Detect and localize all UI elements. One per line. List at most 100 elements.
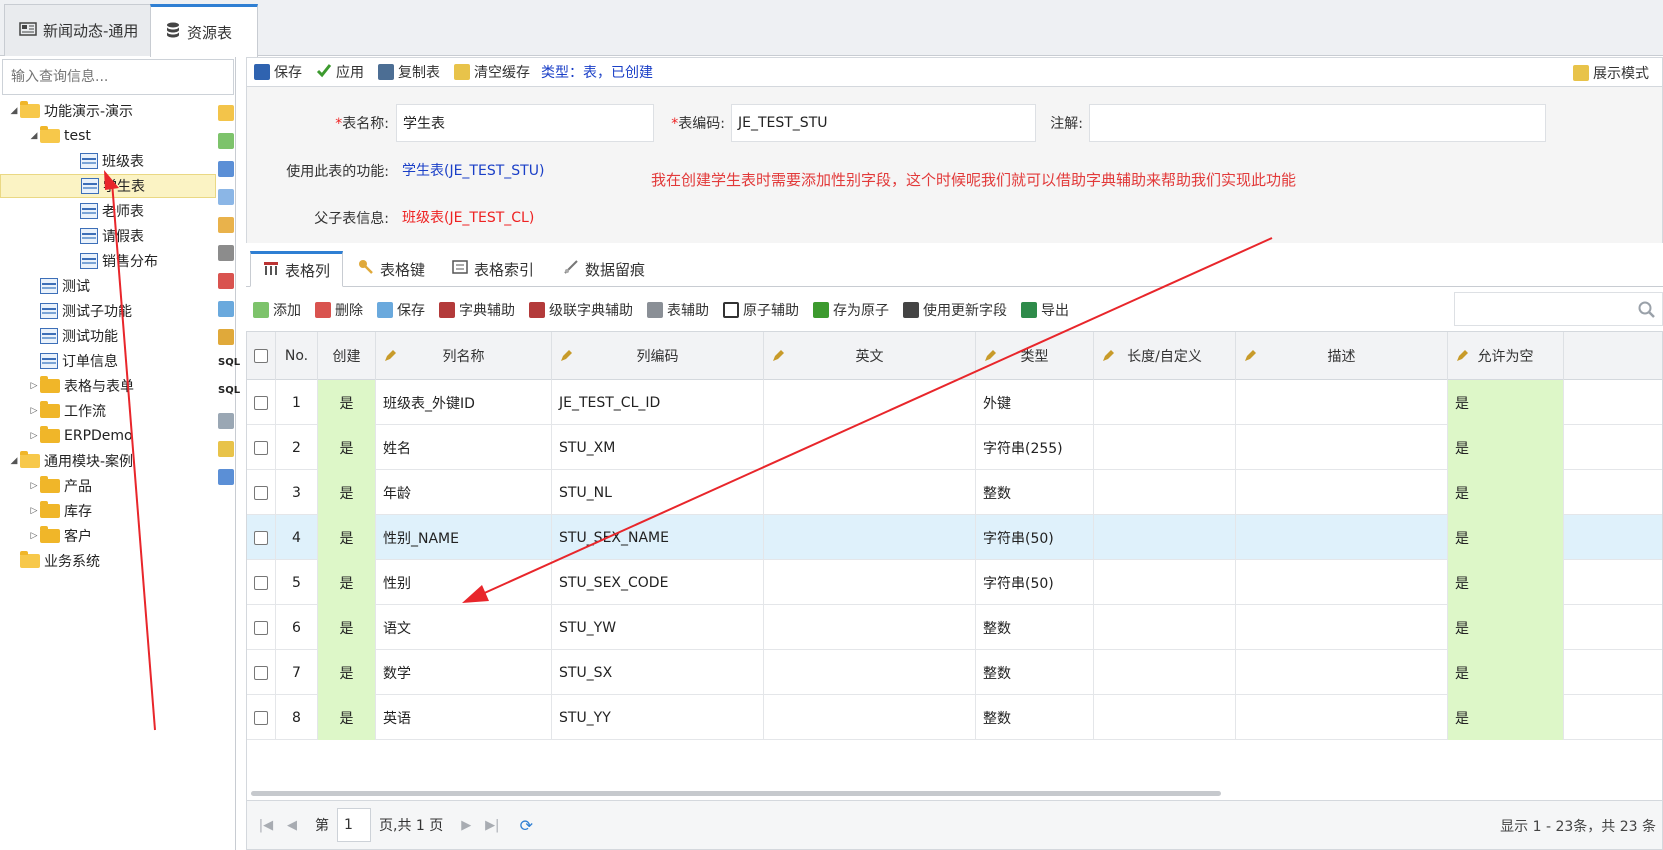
clear-cache-button[interactable]: 清空缓存 — [447, 62, 537, 82]
row-checkbox-cell[interactable] — [247, 470, 276, 515]
prev-page-icon[interactable]: ◀ — [281, 814, 303, 836]
add-folder-icon[interactable] — [218, 105, 234, 121]
collapsed-arrow-icon[interactable]: ▷ — [28, 406, 40, 416]
sync-icon[interactable] — [218, 301, 234, 317]
header-length[interactable]: 长度/自定义 — [1094, 332, 1236, 380]
cell-length[interactable] — [1094, 380, 1236, 425]
tree-node[interactable]: 业务系统 — [0, 549, 216, 573]
header-nullable[interactable]: 允许为空 — [1448, 332, 1564, 380]
table-row[interactable]: 5 是性别 STU_SEX_CODE 字符串(50) 是 — [247, 560, 1662, 605]
reload-icon[interactable]: ⟳ — [515, 814, 537, 836]
cell-created[interactable]: 是 — [318, 650, 376, 695]
cell-description[interactable] — [1236, 560, 1448, 605]
db-export-icon[interactable] — [218, 413, 234, 429]
cell-no[interactable]: 7 — [276, 650, 318, 695]
collapsed-arrow-icon[interactable]: ▷ — [28, 481, 40, 491]
cell-english[interactable] — [764, 470, 976, 515]
tree-node[interactable]: ◢ 通用模块-案例 — [0, 449, 216, 473]
tree-node[interactable]: ▷ 库存 — [0, 499, 216, 523]
tab-table-columns[interactable]: 表格列 — [250, 251, 344, 287]
import-icon[interactable] — [218, 189, 234, 205]
sql-export-icon[interactable]: SQL — [218, 385, 240, 401]
sql-icon[interactable]: SQL — [218, 357, 240, 373]
cell-type[interactable]: 整数 — [976, 470, 1094, 515]
tree-node[interactable]: 学生表 — [0, 174, 216, 198]
row-checkbox-cell[interactable] — [247, 380, 276, 425]
next-page-icon[interactable]: ▶ — [455, 814, 477, 836]
header-english[interactable]: 英文 — [764, 332, 976, 380]
row-checkbox-cell[interactable] — [247, 425, 276, 470]
tree-node[interactable]: 测试功能 — [0, 324, 216, 348]
tree-search-input[interactable] — [2, 59, 234, 95]
header-type[interactable]: 类型 — [976, 332, 1094, 380]
atom-helper-button[interactable]: 原子辅助 — [716, 300, 806, 320]
dict-helper-button[interactable]: 字典辅助 — [432, 300, 522, 320]
functions-link[interactable]: 学生表(JE_TEST_STU) — [396, 151, 544, 189]
cell-description[interactable] — [1236, 470, 1448, 515]
collapsed-arrow-icon[interactable]: ▷ — [28, 531, 40, 541]
cell-description[interactable] — [1236, 380, 1448, 425]
table-code-field[interactable]: JE_TEST_STU — [731, 104, 1036, 142]
table-row[interactable]: 7 是数学 STU_SX 整数是 — [247, 650, 1662, 695]
collapsed-arrow-icon[interactable]: ▷ — [28, 431, 40, 441]
tab-table-index[interactable]: 表格索引 — [440, 251, 546, 287]
cell-nullable[interactable]: 是 — [1448, 380, 1564, 425]
row-checkbox-cell[interactable] — [247, 650, 276, 695]
copy-table-button[interactable]: 复制表 — [371, 62, 447, 82]
cell-length[interactable] — [1094, 650, 1236, 695]
table-name-field[interactable]: 学生表 — [396, 104, 654, 142]
table-row[interactable]: 6 是语文 STU_YW 整数是 — [247, 605, 1662, 650]
cell-column-code[interactable]: STU_NL — [552, 470, 764, 515]
tab-data-trace[interactable]: 数据留痕 — [551, 251, 657, 287]
cell-description[interactable] — [1236, 425, 1448, 470]
cell-english[interactable] — [764, 560, 976, 605]
row-checkbox[interactable] — [254, 710, 268, 725]
cell-length[interactable] — [1094, 515, 1236, 560]
table-row[interactable]: 8 是英语 STU_YY 整数是 — [247, 695, 1662, 740]
cell-column-name[interactable]: 语文 — [376, 605, 552, 650]
cell-length[interactable] — [1094, 425, 1236, 470]
cell-nullable[interactable]: 是 — [1448, 515, 1564, 560]
cell-nullable[interactable]: 是 — [1448, 695, 1564, 740]
row-checkbox-cell[interactable] — [247, 695, 276, 740]
cell-column-name[interactable]: 姓名 — [376, 425, 552, 470]
cell-column-code[interactable]: STU_SX — [552, 650, 764, 695]
header-description[interactable]: 描述 — [1236, 332, 1448, 380]
tree-node[interactable]: ▷ 表格与表单 — [0, 374, 216, 398]
collapsed-arrow-icon[interactable]: ▷ — [28, 381, 40, 391]
cell-column-code[interactable]: STU_SEX_NAME — [552, 515, 764, 560]
row-checkbox-cell[interactable] — [247, 605, 276, 650]
cell-type[interactable]: 字符串(50) — [976, 515, 1094, 560]
collapsed-arrow-icon[interactable]: ▷ — [28, 506, 40, 516]
cell-type[interactable]: 整数 — [976, 605, 1094, 650]
cell-english[interactable] — [764, 650, 976, 695]
broom-icon[interactable] — [218, 441, 234, 457]
cell-created[interactable]: 是 — [318, 425, 376, 470]
tree-node[interactable]: ▷ ERPDemo — [0, 424, 216, 448]
cell-column-code[interactable]: STU_SEX_CODE — [552, 560, 764, 605]
cell-nullable[interactable]: 是 — [1448, 560, 1564, 605]
table-row[interactable]: 4 是性别_NAME STU_SEX_NAME 字符串(50) 是 — [247, 515, 1662, 560]
cell-created[interactable]: 是 — [318, 695, 376, 740]
apply-button[interactable]: 应用 — [309, 62, 371, 82]
cell-no[interactable]: 6 — [276, 605, 318, 650]
table-row[interactable]: 1 是班级表_外键ID JE_TEST_CL_ID 外键是 — [247, 380, 1662, 425]
cell-english[interactable] — [764, 695, 976, 740]
cell-created[interactable]: 是 — [318, 515, 376, 560]
cell-created[interactable]: 是 — [318, 470, 376, 515]
save-button[interactable]: 保存 — [247, 62, 309, 82]
tree-node[interactable]: ▷ 产品 — [0, 474, 216, 498]
tree-node[interactable]: ◢ 功能演示-演示 — [0, 99, 216, 123]
save-grid-button[interactable]: 保存 — [370, 300, 432, 320]
cell-description[interactable] — [1236, 650, 1448, 695]
add-table-icon[interactable] — [218, 133, 234, 149]
add-view-icon[interactable] — [218, 161, 234, 177]
cell-column-name[interactable]: 英语 — [376, 695, 552, 740]
cell-no[interactable]: 8 — [276, 695, 318, 740]
header-column-name[interactable]: 列名称 — [376, 332, 552, 380]
comment-field[interactable] — [1089, 104, 1546, 142]
show-mode-button[interactable]: 展示模式 — [1566, 63, 1656, 83]
cell-column-code[interactable]: STU_YY — [552, 695, 764, 740]
table-row[interactable]: 3 是年龄 STU_NL 整数是 — [247, 470, 1662, 515]
tree-node[interactable]: ▷ 客户 — [0, 524, 216, 548]
